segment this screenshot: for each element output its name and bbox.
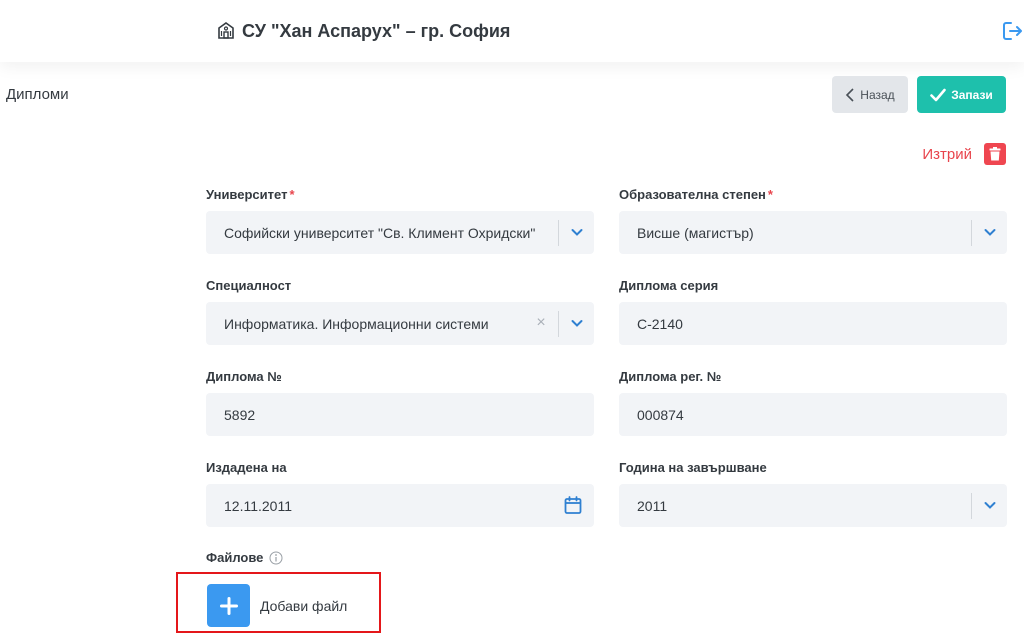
issued-on-value: 12.11.2011 (224, 497, 292, 514)
top-bar: СУ "Хан Аспарух" – гр. София (0, 0, 1024, 62)
back-button[interactable]: Назад (832, 76, 908, 113)
degree-value: Висше (магистър) (637, 224, 754, 241)
diploma-number-label: Диплома № (206, 369, 282, 384)
add-file-plus-box[interactable] (207, 584, 250, 627)
back-button-label: Назад (860, 87, 895, 102)
dropdown-separator (971, 493, 972, 519)
specialty-value: Информатика. Информационни системи (224, 315, 489, 332)
delete-action[interactable]: Изтрий (922, 143, 1006, 165)
university-value: Софийски университет "Св. Климент Охридс… (224, 224, 536, 241)
diploma-reg-number-label: Диплома рег. № (619, 369, 722, 384)
required-marker: * (767, 187, 773, 202)
dropdown-separator (558, 220, 559, 246)
save-button-label: Запази (951, 87, 993, 102)
graduation-year-select[interactable]: 2011 (619, 484, 1007, 527)
chevron-down-icon[interactable] (983, 225, 997, 239)
issued-on-label: Издадена на (206, 460, 287, 475)
graduation-year-value: 2011 (637, 497, 668, 514)
degree-select[interactable]: Висше (магистър) (619, 211, 1007, 254)
diploma-reg-number-value: 000874 (637, 406, 684, 423)
dropdown-separator (558, 311, 559, 337)
chevron-down-icon[interactable] (570, 316, 584, 330)
diploma-number-value: 5892 (224, 406, 256, 423)
specialty-label: Специалност (206, 278, 292, 293)
calendar-icon[interactable] (563, 495, 583, 515)
plus-icon (219, 596, 238, 615)
chevron-left-icon (846, 87, 854, 102)
school-building-icon (218, 22, 234, 39)
delete-button[interactable] (984, 143, 1006, 165)
diploma-series-label: Диплома серия (619, 278, 719, 293)
school-name: СУ "Хан Аспарух" – гр. София (242, 20, 511, 41)
logout-icon[interactable] (1000, 19, 1024, 43)
clear-icon[interactable]: × (534, 315, 548, 331)
university-label: Университет * (206, 187, 295, 202)
graduation-year-label: Година на завършване (619, 460, 767, 475)
university-select[interactable]: Софийски университет "Св. Климент Охридс… (206, 211, 594, 254)
save-button[interactable]: Запази (917, 76, 1006, 113)
degree-label: Образователна степен * (619, 187, 773, 202)
add-file-button[interactable]: Добави файл (207, 584, 347, 627)
required-marker: * (289, 187, 295, 202)
page-title: Дипломи (6, 86, 69, 103)
specialty-select[interactable]: Информатика. Информационни системи × (206, 302, 594, 345)
diploma-reg-number-input[interactable]: 000874 (619, 393, 1007, 436)
diploma-series-input[interactable]: С-2140 (619, 302, 1007, 345)
dropdown-separator (971, 220, 972, 246)
delete-label[interactable]: Изтрий (922, 146, 972, 163)
chevron-down-icon[interactable] (570, 225, 584, 239)
chevron-down-icon[interactable] (983, 498, 997, 512)
diploma-series-value: С-2140 (637, 315, 683, 332)
issued-on-date-input[interactable]: 12.11.2011 (206, 484, 594, 527)
school-brand: СУ "Хан Аспарух" – гр. София (216, 18, 510, 44)
files-label: Файлове (206, 550, 283, 565)
checkmark-icon (930, 88, 946, 101)
info-icon[interactable] (269, 551, 283, 565)
trash-icon (989, 147, 1001, 161)
diploma-number-input[interactable]: 5892 (206, 393, 594, 436)
add-file-label: Добави файл (260, 597, 348, 614)
